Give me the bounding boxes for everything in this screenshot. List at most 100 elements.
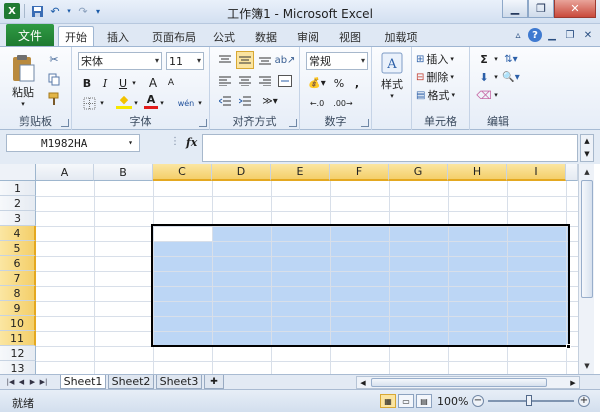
italic-button[interactable]: I — [98, 75, 112, 91]
paste-dropdown-icon[interactable]: ▾ — [6, 99, 40, 109]
insert-sheet-icon[interactable]: ✚ — [204, 375, 224, 389]
fill-icon[interactable]: ⬇ — [474, 69, 494, 85]
row-header-12[interactable]: 12 — [0, 346, 36, 361]
grow-font-button[interactable]: A — [146, 75, 160, 91]
fill-color-dropdown-icon[interactable]: ▾ — [132, 95, 140, 111]
minimize-ribbon-icon[interactable]: ▵ — [510, 28, 526, 43]
row-header-7[interactable]: 7 — [0, 271, 36, 286]
sheet-tab-2[interactable]: Sheet2 — [108, 375, 154, 389]
underline-button[interactable]: U — [116, 75, 130, 91]
autosum-button[interactable]: Σ — [474, 51, 494, 67]
decrease-indent-icon[interactable] — [216, 93, 234, 109]
delete-cells-button[interactable]: ⊟ 删除 ▾ — [416, 69, 468, 85]
first-sheet-icon[interactable]: |◀ — [6, 376, 15, 388]
font-size-combo[interactable]: 11 ▾ — [166, 52, 204, 70]
borders-icon[interactable] — [80, 95, 98, 111]
align-top-icon[interactable] — [216, 52, 234, 68]
clear-dropdown-icon[interactable]: ▾ — [492, 87, 500, 103]
column-header-h[interactable]: H — [448, 164, 507, 181]
row-header-11[interactable]: 11 — [0, 331, 36, 346]
underline-dropdown-icon[interactable]: ▾ — [130, 75, 138, 91]
orientation-icon[interactable]: ab↗ — [275, 52, 296, 68]
tab-view[interactable]: 视图 — [334, 27, 366, 46]
tab-insert[interactable]: 插入 — [100, 27, 136, 46]
column-header-f[interactable]: F — [330, 164, 389, 181]
vertical-scrollbar[interactable]: ▲ ▼ — [578, 164, 594, 374]
row-header-4[interactable]: 4 — [0, 226, 36, 241]
normal-view-icon[interactable]: ▦ — [380, 394, 396, 408]
find-select-icon[interactable]: 🔍▾ — [502, 69, 520, 85]
sheet-tab-1[interactable]: Sheet1 — [60, 375, 106, 389]
align-right-icon[interactable] — [256, 73, 274, 89]
row-header-6[interactable]: 6 — [0, 256, 36, 271]
column-header-c[interactable]: C — [153, 164, 212, 181]
cut-icon[interactable]: ✂ — [46, 51, 62, 67]
format-cells-button[interactable]: ▤ 格式 ▾ — [416, 87, 468, 103]
page-break-view-icon[interactable]: ▤ — [416, 394, 432, 408]
copy-icon[interactable] — [46, 71, 62, 87]
page-layout-view-icon[interactable]: ▭ — [398, 394, 414, 408]
merge-center-icon[interactable] — [276, 73, 294, 89]
column-header-b[interactable]: B — [94, 164, 153, 181]
tab-page-layout[interactable]: 页面布局 — [146, 27, 202, 46]
row-header-1[interactable]: 1 — [0, 181, 36, 196]
zoom-slider-thumb[interactable] — [526, 395, 532, 406]
prev-sheet-icon[interactable]: ◀ — [17, 376, 26, 388]
sort-filter-icon[interactable]: ⇅▾ — [502, 51, 520, 67]
horizontal-scrollbar[interactable]: ◀ ▶ — [356, 376, 580, 389]
sheet-tab-3[interactable]: Sheet3 — [156, 375, 202, 389]
paste-icon[interactable] — [8, 51, 38, 85]
tab-review[interactable]: 审阅 — [292, 27, 324, 46]
column-header-i[interactable]: I — [507, 164, 566, 181]
row-header-3[interactable]: 3 — [0, 211, 36, 226]
font-color-dropdown-icon[interactable]: ▾ — [158, 95, 166, 111]
increase-decimal-icon[interactable]: ←.0 — [306, 95, 328, 111]
tab-file[interactable]: 文件 — [6, 24, 54, 46]
borders-dropdown-icon[interactable]: ▾ — [98, 95, 106, 111]
minimize-button[interactable]: ▁ — [502, 0, 528, 18]
align-middle-icon[interactable] — [236, 51, 254, 69]
decrease-decimal-icon[interactable]: .00→ — [332, 95, 354, 111]
name-box[interactable]: M1982HA ▾ — [6, 134, 140, 152]
formula-input[interactable] — [202, 134, 578, 162]
zoom-out-button[interactable]: − — [472, 395, 484, 407]
align-center-icon[interactable] — [236, 73, 254, 89]
fill-handle[interactable] — [566, 344, 571, 349]
percent-button[interactable]: % — [332, 75, 346, 91]
restore-button[interactable]: ❐ — [528, 0, 554, 18]
column-header-j[interactable] — [566, 164, 578, 181]
last-sheet-icon[interactable]: ▶| — [39, 376, 48, 388]
insert-cells-button[interactable]: ⊞ 插入 ▾ — [416, 51, 468, 67]
font-launcher-icon[interactable] — [199, 119, 207, 127]
row-header-10[interactable]: 10 — [0, 316, 36, 331]
next-sheet-icon[interactable]: ▶ — [28, 376, 37, 388]
number-format-combo[interactable]: 常规 ▾ — [306, 52, 368, 70]
fill-dropdown-icon[interactable]: ▾ — [492, 69, 500, 85]
column-header-a[interactable]: A — [36, 164, 94, 181]
clipboard-launcher-icon[interactable] — [61, 119, 69, 127]
row-header-9[interactable]: 9 — [0, 301, 36, 316]
vertical-scroll-thumb[interactable] — [581, 180, 593, 298]
row-header-2[interactable]: 2 — [0, 196, 36, 211]
insert-function-button[interactable]: fx — [186, 136, 197, 149]
shrink-font-button[interactable]: A — [164, 75, 178, 91]
workbook-restore-icon[interactable]: ❐ — [562, 28, 578, 43]
autosum-dropdown-icon[interactable]: ▾ — [492, 51, 500, 67]
align-bottom-icon[interactable] — [256, 52, 274, 68]
close-button[interactable]: ✕ — [554, 0, 596, 18]
column-header-d[interactable]: D — [212, 164, 271, 181]
tab-data[interactable]: 数据 — [250, 27, 282, 46]
row-header-8[interactable]: 8 — [0, 286, 36, 301]
styles-dropdown-icon[interactable]: ▾ — [374, 91, 410, 101]
phonetic-button[interactable]: wén — [176, 95, 196, 111]
font-color-button[interactable]: A — [144, 93, 158, 109]
paste-button[interactable]: 粘贴 — [6, 85, 40, 99]
tab-formulas[interactable]: 公式 — [208, 27, 240, 46]
workbook-close-icon[interactable]: ✕ — [580, 28, 596, 43]
worksheet-grid[interactable]: A B C D E F G H I 1 2 3 4 5 6 7 8 9 10 1… — [0, 164, 600, 376]
zoom-level[interactable]: 100% — [437, 395, 468, 408]
horizontal-scroll-thumb[interactable] — [371, 378, 547, 387]
scroll-left-icon[interactable]: ◀ — [357, 377, 369, 388]
scroll-down-icon[interactable]: ▼ — [580, 359, 594, 373]
tab-home[interactable]: 开始 — [58, 26, 94, 46]
